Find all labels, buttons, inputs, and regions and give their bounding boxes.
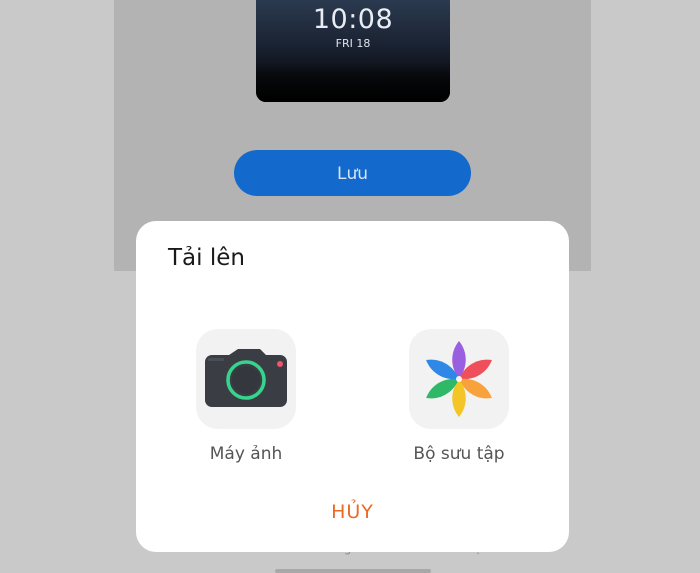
camera-option[interactable]: Máy ảnh [166,329,326,464]
lockscreen-time: 10:08 [312,4,394,35]
gallery-option-tile[interactable] [409,329,509,429]
save-button[interactable]: Lưu [234,150,471,196]
gallery-option-label: Bộ sưu tập [413,444,505,464]
camera-icon [205,349,287,407]
lockscreen-date: FRI 18 [335,37,371,50]
lockscreen-preview: 10:08 FRI 18 [256,0,450,102]
cancel-button[interactable]: HỦY [136,501,569,523]
dialog-title: Tải lên [168,245,245,271]
upload-dialog: Tải lên Máy ảnh Bộ sưu tập HỦY [136,221,569,552]
home-indicator[interactable] [275,569,431,573]
camera-option-tile[interactable] [196,329,296,429]
gallery-option[interactable]: Bộ sưu tập [379,329,539,464]
camera-option-label: Máy ảnh [209,444,283,464]
gallery-icon [426,341,492,417]
